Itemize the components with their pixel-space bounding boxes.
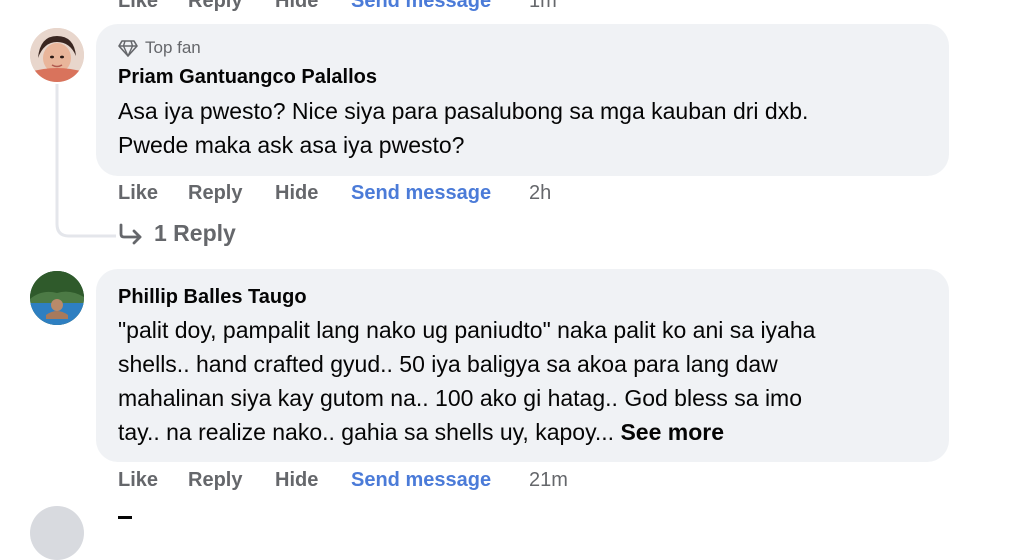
like-button[interactable]: Like [118,0,188,13]
avatar[interactable] [30,28,84,82]
comment-actions: Like Reply Hide Send message 2h [118,178,551,208]
comment-text-line: Asa iya pwesto? Nice siya para pasalubon… [118,98,809,124]
comment-text-line: Pwede maka ask asa iya pwesto? [118,132,465,158]
comment-actions: Like Reply Hide Send message 21m [118,465,568,495]
hide-button[interactable]: Hide [275,469,351,492]
comment-author[interactable]: Phillip Balles Taugo [118,286,307,309]
diamond-icon [118,40,138,57]
view-replies-button[interactable]: 1 Reply [118,220,236,247]
avatar-image [30,271,84,325]
see-more-link[interactable]: See more [620,419,724,445]
next-comment-stub [118,516,132,519]
send-message-button[interactable]: Send message [351,469,529,492]
like-button[interactable]: Like [118,469,188,492]
reply-arrow-icon [119,223,142,244]
timestamp[interactable]: 2h [529,182,551,205]
avatar[interactable] [30,506,84,560]
replies-label: 1 Reply [154,220,236,246]
hide-button[interactable]: Hide [275,0,351,13]
send-message-button[interactable]: Send message [351,0,529,13]
timestamp[interactable]: 21m [529,469,568,492]
comment-author[interactable]: Priam Gantuangco Palallos [118,66,377,89]
badge-label: Top fan [145,38,201,57]
comment-text-line: shells.. hand crafted gyud.. 50 iya bali… [118,351,778,377]
like-button[interactable]: Like [118,182,188,205]
timestamp[interactable]: 1m [529,0,557,13]
send-message-button[interactable]: Send message [351,182,529,205]
top-fan-badge: Top fan [118,38,201,58]
reply-button[interactable]: Reply [188,0,275,13]
comment-text-line: mahalinan siya kay gutom na.. 100 ako gi… [118,385,803,411]
comment-text-line: "palit doy, pampalit lang nako ug paniud… [118,317,816,343]
previous-comment-actions: Like Reply Hide Send message 1m [118,0,557,16]
comment-last-line: tay.. na realize nako.. gahia sa shells … [118,415,724,449]
avatar-image [30,28,84,82]
reply-button[interactable]: Reply [188,182,275,205]
avatar[interactable] [30,271,84,325]
comment-text-line: tay.. na realize nako.. gahia sa shells … [118,419,615,445]
reply-button[interactable]: Reply [188,469,275,492]
hide-button[interactable]: Hide [275,182,351,205]
